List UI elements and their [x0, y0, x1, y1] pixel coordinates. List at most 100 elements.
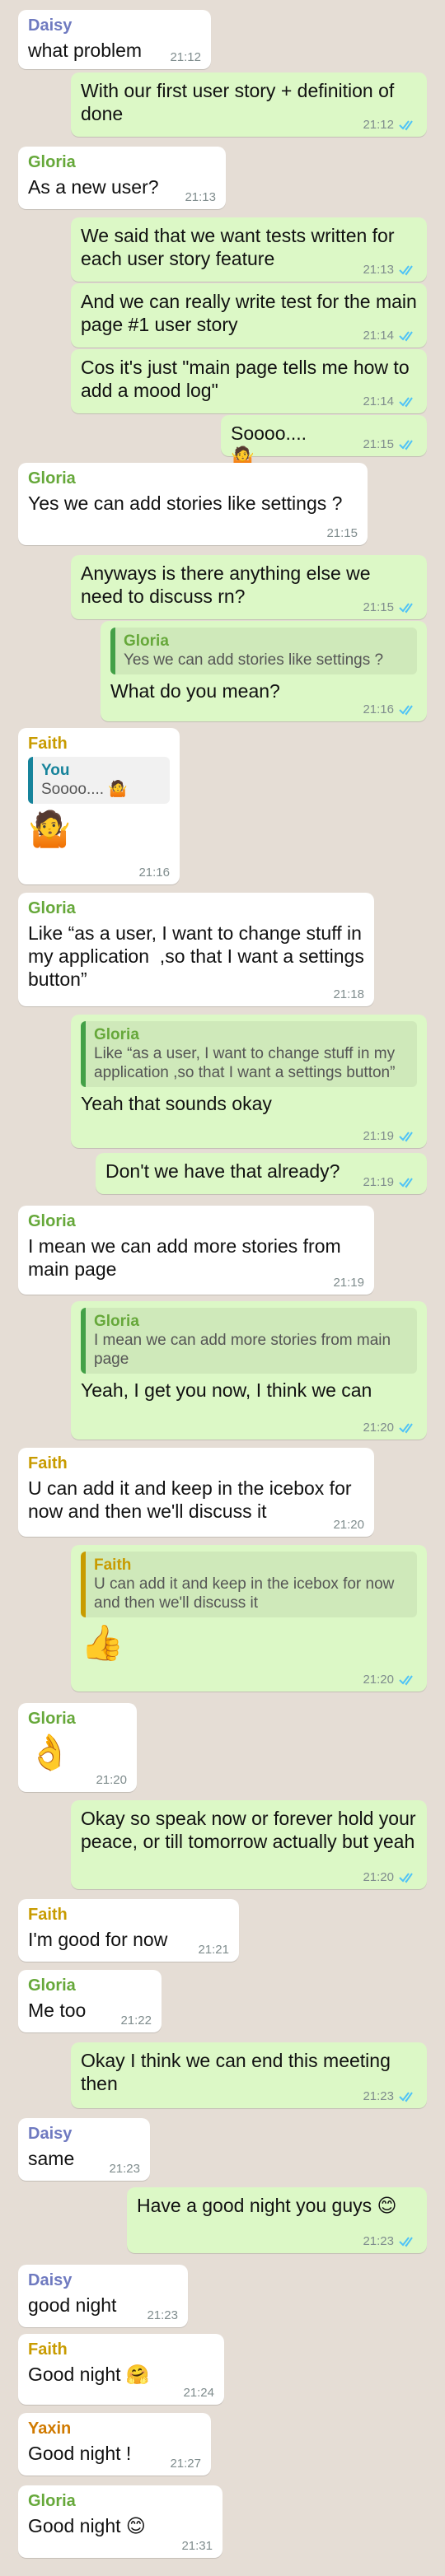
message-text: Good night 🤗	[28, 2364, 150, 2385]
message-outgoing[interactable]: Soooo.... 🤷 21:15	[221, 415, 427, 467]
message-time: 21:23	[363, 2089, 394, 2103]
message-incoming[interactable]: Gloria I mean we can add more stories fr…	[18, 1206, 374, 1295]
message-meta: 21:31	[181, 2539, 213, 2553]
message-meta: 21:15	[363, 437, 417, 451]
message-outgoing[interactable]: Anyways is there anything else we need t…	[71, 555, 427, 619]
sender-name: Gloria	[28, 1710, 76, 1728]
message-time: 21:12	[363, 118, 394, 132]
message-meta: 21:18	[333, 987, 364, 1001]
message-time: 21:16	[363, 702, 394, 716]
message-outgoing[interactable]: Okay so speak now or forever hold your p…	[71, 1800, 427, 1889]
message-meta: 21:19	[363, 1175, 417, 1189]
message-meta: 21:27	[170, 2457, 201, 2471]
sender-name: Gloria	[28, 899, 76, 917]
message-text: Yeah that sounds okay	[81, 1093, 272, 1114]
quoted-sender: Gloria	[124, 632, 169, 650]
message-outgoing[interactable]: Gloria I mean we can add more stories fr…	[71, 1301, 427, 1440]
message-outgoing[interactable]: Have a good night you guys 😊 21:23	[127, 2187, 427, 2253]
message-meta: 21:15	[363, 600, 417, 614]
message-time: 21:14	[363, 394, 394, 408]
message-meta: 21:13	[185, 190, 216, 204]
message-incoming[interactable]: Faith Good night 🤗 21:24	[18, 2334, 224, 2405]
message-incoming[interactable]: Gloria Good night 😊 21:31	[18, 2485, 222, 2558]
message-time: 21:27	[170, 2457, 201, 2471]
message-text: U can add it and keep in the icebox for …	[28, 1477, 357, 1522]
message-time: 21:13	[363, 263, 394, 277]
message-time: 21:16	[138, 866, 170, 880]
sender-name: Daisy	[28, 2125, 73, 2143]
message-outgoing[interactable]: Gloria Yes we can add stories like setti…	[101, 621, 427, 721]
quoted-sender: Gloria	[94, 1026, 139, 1043]
message-outgoing[interactable]: We said that we want tests written for e…	[71, 217, 427, 282]
sender-name: Gloria	[28, 469, 76, 488]
read-receipt-icon	[399, 439, 413, 450]
message-outgoing[interactable]: And we can really write test for the mai…	[71, 283, 427, 348]
read-receipt-icon	[399, 119, 413, 131]
message-incoming[interactable]: Faith You Soooo.... 🤷 🤷 21:16	[18, 728, 180, 884]
read-receipt-icon	[399, 1872, 413, 1883]
message-meta: 21:12	[170, 50, 201, 64]
message-time: 21:19	[363, 1175, 394, 1189]
message-outgoing[interactable]: With our first user story + definition o…	[71, 72, 427, 137]
message-time: 21:23	[109, 2162, 140, 2176]
chat-window[interactable]: Daisy what problem 21:12 With our first …	[0, 0, 445, 2576]
quoted-message[interactable]: Faith U can add it and keep in the icebo…	[81, 1552, 417, 1617]
message-incoming[interactable]: Faith I'm good for now 21:21	[18, 1899, 239, 1962]
sender-name: Gloria	[28, 1212, 76, 1230]
message-text: What do you mean?	[110, 680, 280, 702]
sender-name: Gloria	[28, 2492, 76, 2510]
message-meta: 21:20	[363, 1870, 417, 1884]
quoted-message[interactable]: You Soooo.... 🤷	[28, 757, 170, 804]
message-meta: 21:14	[363, 329, 417, 343]
message-outgoing[interactable]: Faith U can add it and keep in the icebo…	[71, 1545, 427, 1692]
read-receipt-icon	[399, 1422, 413, 1434]
message-incoming[interactable]: Daisy what problem 21:12	[18, 10, 211, 69]
message-time: 21:23	[363, 2234, 394, 2248]
message-incoming[interactable]: Gloria 👌 21:20	[18, 1703, 137, 1792]
message-incoming[interactable]: Gloria Me too 21:22	[18, 1970, 162, 2032]
message-outgoing[interactable]: Don't we have that already? 21:19	[96, 1153, 427, 1194]
read-receipt-icon	[399, 1674, 413, 1686]
read-receipt-icon	[399, 602, 413, 614]
message-meta: 21:19	[333, 1276, 364, 1290]
message-text: Soooo.... 🤷	[231, 422, 312, 467]
message-time: 21:23	[147, 2308, 178, 2322]
sender-name: Daisy	[28, 16, 73, 35]
quoted-message[interactable]: Gloria Like “as a user, I want to change…	[81, 1021, 417, 1087]
message-time: 21:31	[181, 2539, 213, 2553]
message-incoming[interactable]: Gloria As a new user? 21:13	[18, 147, 226, 209]
message-incoming[interactable]: Gloria Yes we can add stories like setti…	[18, 463, 368, 545]
quoted-sender: Gloria	[94, 1313, 139, 1330]
message-incoming[interactable]: Gloria Like “as a user, I want to change…	[18, 893, 374, 1006]
quoted-sender: You	[41, 762, 70, 779]
message-text: Yeah, I get you now, I think we can	[81, 1379, 372, 1401]
read-receipt-icon	[399, 264, 413, 276]
message-outgoing[interactable]: Gloria Like “as a user, I want to change…	[71, 1015, 427, 1148]
read-receipt-icon	[399, 704, 413, 716]
quoted-message[interactable]: Gloria Yes we can add stories like setti…	[110, 628, 417, 674]
message-meta: 21:15	[326, 526, 358, 540]
message-meta: 21:14	[363, 394, 417, 408]
message-incoming[interactable]: Faith U can add it and keep in the icebo…	[18, 1448, 374, 1537]
message-text: Have a good night you guys 😊	[137, 2195, 397, 2216]
message-meta: 21:22	[120, 2014, 152, 2028]
message-incoming[interactable]: Yaxin Good night ! 21:27	[18, 2413, 211, 2476]
message-text: I mean we can add more stories from main…	[28, 1235, 347, 1280]
message-time: 21:24	[183, 2386, 214, 2400]
message-incoming[interactable]: Daisy same 21:23	[18, 2118, 150, 2181]
sender-name: Faith	[28, 1906, 68, 1924]
message-text: Okay I think we can end this meeting the…	[81, 2050, 396, 2094]
message-time: 21:13	[185, 190, 216, 204]
quoted-message[interactable]: Gloria I mean we can add more stories fr…	[81, 1308, 417, 1374]
message-meta: 21:16	[138, 866, 170, 880]
message-time: 21:20	[363, 1673, 394, 1687]
quoted-sender: Faith	[94, 1556, 132, 1574]
message-time: 21:15	[363, 437, 394, 451]
message-text: Yes we can add stories like settings ?	[28, 492, 343, 514]
message-time: 21:19	[363, 1129, 394, 1143]
message-incoming[interactable]: Daisy good night 21:23	[18, 2265, 188, 2327]
message-outgoing[interactable]: Cos it's just "main page tells me how to…	[71, 349, 427, 413]
sender-name: Daisy	[28, 2271, 73, 2289]
message-outgoing[interactable]: Okay I think we can end this meeting the…	[71, 2042, 427, 2108]
message-meta: 21:20	[363, 1421, 417, 1435]
